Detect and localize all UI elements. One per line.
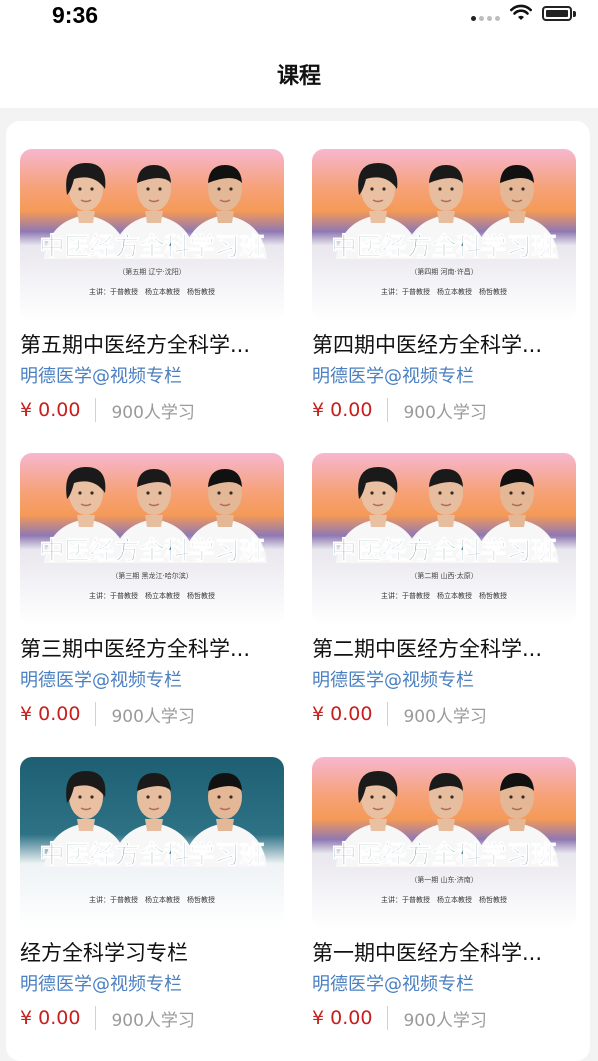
course-title[interactable]: 第三期中医经方全科学... (20, 635, 282, 663)
battery-icon (542, 5, 576, 21)
course-card[interactable]: 中医经方全科学习班主讲：于普教授 杨立本教授 杨哲教授 经方全科学习专栏 明德医… (20, 757, 284, 1031)
poster-title: 中医经方全科学习班 (39, 232, 264, 261)
course-grid: 中医经方全科学习班 （第五期 辽宁·沈阳） 主讲：于普教授 杨立本教授 杨哲教授 第… (6, 121, 590, 1061)
nav-bar: 课程 (0, 40, 598, 108)
course-card[interactable]: 中医经方全科学习班 （第四期 河南·许昌） 主讲：于普教授 杨立本教授 杨哲教授 第… (312, 149, 576, 423)
course-author[interactable]: 明德医学@视频专栏 (312, 973, 576, 997)
course-title[interactable]: 第四期中医经方全科学... (312, 331, 574, 359)
course-card[interactable]: 中医经方全科学习班 （第五期 辽宁·沈阳） 主讲：于普教授 杨立本教授 杨哲教授 第… (20, 149, 284, 423)
course-learners: 900人学习 (111, 1010, 195, 1031)
course-cover-image[interactable]: 中医经方全科学习班 （第一期 山东·济南） 主讲：于普教授 杨立本教授 杨哲教授 (312, 757, 576, 929)
course-title[interactable]: 第二期中医经方全科学... (312, 635, 574, 663)
course-author[interactable]: 明德医学@视频专栏 (20, 365, 284, 389)
meta-divider (387, 398, 389, 422)
course-meta: ¥ 0.00 900人学习 (20, 397, 284, 423)
course-title[interactable]: 第五期中医经方全科学... (20, 331, 282, 359)
status-time: 9:36 (52, 2, 99, 28)
course-author[interactable]: 明德医学@视频专栏 (312, 365, 576, 389)
course-cover-image[interactable]: 中医经方全科学习班 （第三期 黑龙江·哈尔滨） 主讲：于普教授 杨立本教授 杨哲教授 (20, 453, 284, 625)
course-meta: ¥ 0.00 900人学习 (312, 701, 576, 727)
course-meta: ¥ 0.00 900人学习 (312, 1005, 576, 1031)
course-price: ¥ 0.00 (312, 399, 373, 421)
poster-teachers: 主讲：于普教授 杨立本教授 杨哲教授 (89, 591, 215, 600)
meta-divider (95, 1006, 97, 1030)
poster-title: 中医经方全科学习班 (39, 840, 264, 869)
poster-subtitle: （第四期 河南·许昌） (410, 267, 477, 276)
poster-subtitle: （第二期 山西·太原） (410, 571, 477, 580)
poster-title: 中医经方全科学习班 (39, 536, 264, 565)
course-meta: ¥ 0.00 900人学习 (20, 701, 284, 727)
page-title: 课程 (276, 64, 321, 89)
course-learners: 900人学习 (403, 1010, 487, 1031)
wifi-icon (510, 4, 532, 20)
course-title[interactable]: 经方全科学习专栏 (20, 939, 282, 967)
course-price: ¥ 0.00 (312, 1007, 373, 1029)
meta-divider (95, 702, 97, 726)
poster-title: 中医经方全科学习班 (331, 536, 556, 565)
poster-title: 中医经方全科学习班 (331, 840, 556, 869)
course-learners: 900人学习 (403, 402, 487, 423)
course-price: ¥ 0.00 (20, 399, 81, 421)
poster-teachers: 主讲：于普教授 杨立本教授 杨哲教授 (89, 287, 215, 296)
course-learners: 900人学习 (111, 402, 195, 423)
course-author[interactable]: 明德医学@视频专栏 (20, 973, 284, 997)
course-author[interactable]: 明德医学@视频专栏 (312, 669, 576, 693)
poster-teachers: 主讲：于普教授 杨立本教授 杨哲教授 (381, 287, 507, 296)
course-author[interactable]: 明德医学@视频专栏 (20, 669, 284, 693)
course-learners: 900人学习 (403, 706, 487, 727)
course-price: ¥ 0.00 (312, 703, 373, 725)
meta-divider (387, 1006, 389, 1030)
course-meta: ¥ 0.00 900人学习 (312, 397, 576, 423)
meta-divider (387, 702, 389, 726)
status-icons (471, 4, 576, 22)
signal-icon (471, 5, 500, 21)
course-learners: 900人学习 (111, 706, 195, 727)
course-card[interactable]: 中医经方全科学习班 （第三期 黑龙江·哈尔滨） 主讲：于普教授 杨立本教授 杨哲教授… (20, 453, 284, 727)
poster-teachers: 主讲：于普教授 杨立本教授 杨哲教授 (89, 895, 215, 904)
poster-subtitle: （第一期 山东·济南） (410, 875, 477, 884)
course-card[interactable]: 中医经方全科学习班 （第二期 山西·太原） 主讲：于普教授 杨立本教授 杨哲教授 第… (312, 453, 576, 727)
course-cover-image[interactable]: 中医经方全科学习班 （第二期 山西·太原） 主讲：于普教授 杨立本教授 杨哲教授 (312, 453, 576, 625)
poster-teachers: 主讲：于普教授 杨立本教授 杨哲教授 (381, 591, 507, 600)
status-bar: 9:36 (0, 0, 598, 40)
course-cover-image[interactable]: 中医经方全科学习班主讲：于普教授 杨立本教授 杨哲教授 (20, 757, 284, 929)
course-price: ¥ 0.00 (20, 703, 81, 725)
course-cover-image[interactable]: 中医经方全科学习班 （第五期 辽宁·沈阳） 主讲：于普教授 杨立本教授 杨哲教授 (20, 149, 284, 321)
poster-teachers: 主讲：于普教授 杨立本教授 杨哲教授 (381, 895, 507, 904)
course-card[interactable]: 中医经方全科学习班 （第一期 山东·济南） 主讲：于普教授 杨立本教授 杨哲教授 第… (312, 757, 576, 1031)
course-title[interactable]: 第一期中医经方全科学... (312, 939, 574, 967)
poster-title: 中医经方全科学习班 (331, 232, 556, 261)
course-cover-image[interactable]: 中医经方全科学习班 （第四期 河南·许昌） 主讲：于普教授 杨立本教授 杨哲教授 (312, 149, 576, 321)
poster-subtitle: （第五期 辽宁·沈阳） (118, 267, 185, 276)
course-price: ¥ 0.00 (20, 1007, 81, 1029)
poster-subtitle: （第三期 黑龙江·哈尔滨） (111, 571, 192, 580)
meta-divider (95, 398, 97, 422)
course-meta: ¥ 0.00 900人学习 (20, 1005, 284, 1031)
